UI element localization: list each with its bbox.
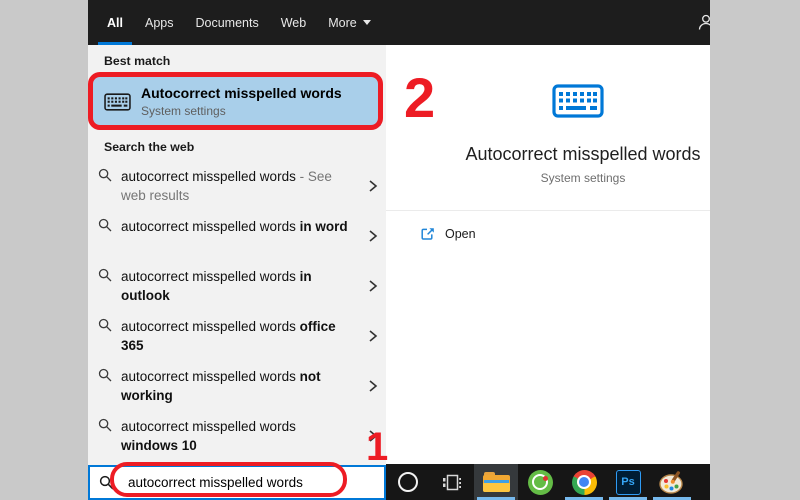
- best-match-text: Autocorrect misspelled words System sett…: [141, 85, 342, 118]
- chrome-button[interactable]: [562, 464, 606, 500]
- suggestion-text: autocorrect misspelled words in outlook: [121, 267, 353, 305]
- chevron-right-icon: [368, 179, 378, 193]
- search-icon: [98, 318, 112, 332]
- open-external-icon: [420, 226, 436, 242]
- chevron-right-icon: [368, 229, 378, 243]
- coc-coc-browser-icon: [528, 470, 553, 495]
- windows-search-window: All Apps Documents Web More: [88, 0, 710, 500]
- suggestion-text: autocorrect misspelled words in word: [121, 217, 353, 236]
- web-suggestion-6[interactable]: autocorrect misspelled words windows 10: [88, 412, 386, 462]
- web-suggestion-5[interactable]: autocorrect misspelled words not working: [88, 362, 386, 412]
- paint-icon: [659, 470, 685, 494]
- task-view-button[interactable]: [430, 464, 474, 500]
- task-view-icon: [442, 474, 462, 491]
- tab-more-label: More: [328, 16, 356, 30]
- paint-button[interactable]: [650, 464, 694, 500]
- chevron-down-icon: [363, 20, 371, 25]
- best-match-subtitle: System settings: [141, 104, 342, 118]
- tab-all[interactable]: All: [107, 0, 123, 45]
- desktop: All Apps Documents Web More: [0, 0, 800, 500]
- keyboard-icon: [104, 93, 131, 111]
- chevron-right-icon: [368, 379, 378, 393]
- tab-apps[interactable]: Apps: [145, 0, 174, 45]
- preview-title: Autocorrect misspelled words: [446, 144, 710, 165]
- person-icon: [697, 13, 710, 31]
- tab-apps-label: Apps: [145, 16, 174, 30]
- search-icon: [98, 368, 112, 382]
- photoshop-icon: Ps: [616, 470, 641, 495]
- cortana-circle-icon: [398, 472, 418, 492]
- open-label: Open: [445, 227, 476, 241]
- search-icon: [98, 168, 112, 182]
- file-explorer-icon: [483, 472, 510, 493]
- search-input-value: autocorrect misspelled words: [128, 475, 303, 490]
- chrome-icon: [572, 470, 597, 495]
- annotation-step2-number: 2: [404, 75, 435, 121]
- coc-coc-browser-button[interactable]: [518, 464, 562, 500]
- suggestion-text: autocorrect misspelled words - See web r…: [121, 167, 353, 205]
- suggestion-text: autocorrect misspelled words windows 10: [121, 417, 353, 455]
- tab-web[interactable]: Web: [281, 0, 306, 45]
- tab-documents-label: Documents: [195, 16, 258, 30]
- preview-subtitle: System settings: [446, 171, 710, 185]
- tab-more[interactable]: More: [328, 0, 370, 45]
- search-the-web-header: Search the web: [104, 140, 194, 154]
- search-filter-bar: All Apps Documents Web More: [88, 0, 710, 45]
- suggestion-text: autocorrect misspelled words office 365: [121, 317, 353, 355]
- tab-web-label: Web: [281, 16, 306, 30]
- preview-panel: 2 Autocorrect misspelled words System se…: [386, 45, 710, 464]
- tab-documents[interactable]: Documents: [195, 0, 258, 45]
- web-suggestion-1[interactable]: autocorrect misspelled words - See web r…: [88, 162, 386, 212]
- best-match-header: Best match: [104, 54, 170, 68]
- divider: [386, 210, 710, 211]
- search-icon: [98, 268, 112, 282]
- photoshop-button[interactable]: Ps: [606, 464, 650, 500]
- suggestion-text: autocorrect misspelled words not working: [121, 367, 353, 405]
- best-match-title: Autocorrect misspelled words: [141, 85, 342, 101]
- search-icon: [99, 475, 114, 490]
- search-results-panel: Best match Autocor: [88, 45, 386, 465]
- chevron-right-icon: [368, 279, 378, 293]
- web-suggestion-3[interactable]: autocorrect misspelled words in outlook: [88, 262, 386, 312]
- annotation-step1-number: 1: [366, 428, 388, 466]
- open-action[interactable]: Open: [420, 226, 476, 242]
- web-suggestion-4[interactable]: autocorrect misspelled words office 365: [88, 312, 386, 362]
- tab-all-label: All: [107, 16, 123, 30]
- file-explorer-button[interactable]: [474, 464, 518, 500]
- search-icon: [98, 218, 112, 232]
- search-icon: [98, 418, 112, 432]
- chevron-right-icon: [368, 329, 378, 343]
- web-suggestion-2[interactable]: autocorrect misspelled words in word: [88, 212, 386, 262]
- cortana-button[interactable]: [386, 464, 430, 500]
- keyboard-icon: [552, 84, 604, 118]
- search-input[interactable]: autocorrect misspelled words: [88, 465, 386, 500]
- account-button[interactable]: [697, 13, 710, 31]
- taskbar: Ps: [386, 464, 710, 500]
- best-match-result[interactable]: Autocorrect misspelled words System sett…: [93, 77, 381, 126]
